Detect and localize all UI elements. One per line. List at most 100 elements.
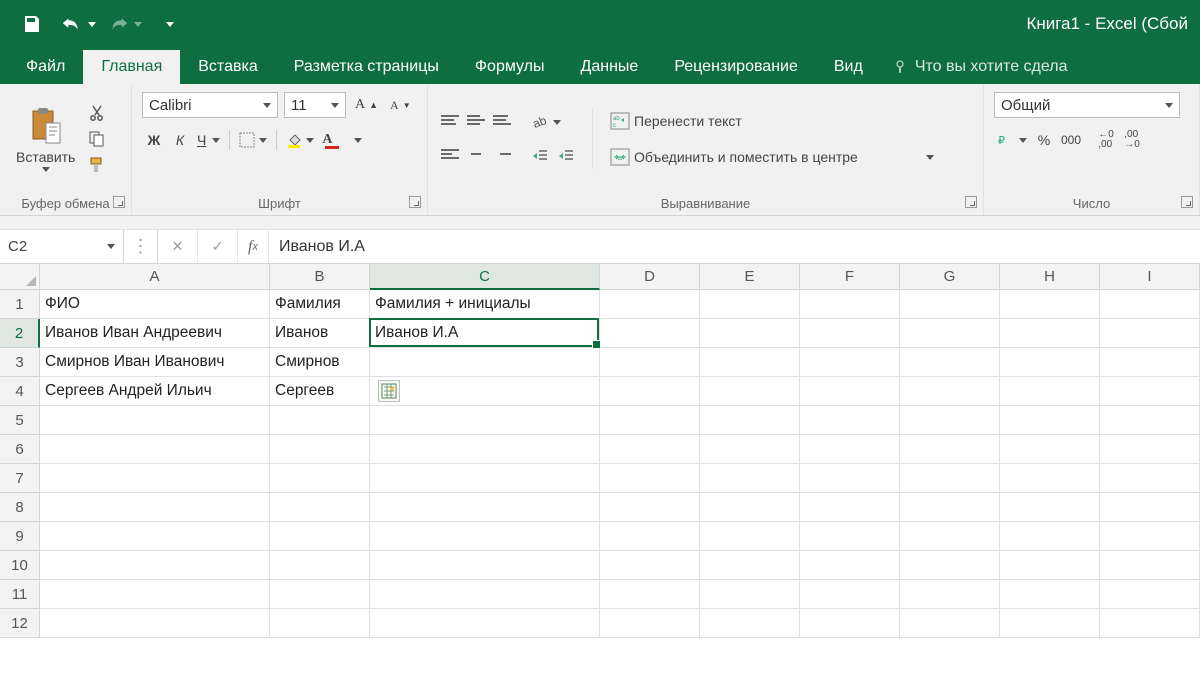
tab-главная[interactable]: Главная [83, 50, 180, 84]
tab-вставка[interactable]: Вставка [180, 50, 275, 84]
cell[interactable] [900, 435, 1000, 464]
cell[interactable] [370, 493, 600, 522]
font-name-combo[interactable]: Calibri [142, 92, 278, 118]
row-header[interactable]: 1 [0, 290, 40, 319]
cell[interactable]: Иванов [270, 319, 370, 348]
align-center-button[interactable] [464, 144, 488, 168]
cell[interactable] [900, 522, 1000, 551]
cell[interactable]: Иванов И.А [370, 319, 600, 348]
cell[interactable] [370, 551, 600, 580]
cell[interactable] [700, 435, 800, 464]
tab-формулы[interactable]: Формулы [457, 50, 563, 84]
column-header[interactable]: D [600, 264, 700, 290]
tab-вид[interactable]: Вид [816, 50, 881, 84]
cell[interactable]: Смирнов Иван Иванович [40, 348, 270, 377]
column-header[interactable]: I [1100, 264, 1200, 290]
decrease-font-button[interactable]: A▼ [387, 93, 414, 117]
copy-button[interactable] [85, 127, 109, 151]
tab-данные[interactable]: Данные [563, 50, 657, 84]
cell[interactable] [1100, 319, 1200, 348]
bold-button[interactable]: Ж [142, 128, 166, 152]
decrease-indent-button[interactable] [528, 144, 552, 168]
merge-center-button[interactable]: a Объединить и поместить в центре [607, 145, 937, 169]
cell[interactable] [900, 377, 1000, 406]
cell[interactable] [700, 580, 800, 609]
italic-button[interactable]: К [168, 128, 192, 152]
cell[interactable] [1000, 319, 1100, 348]
cell[interactable] [40, 406, 270, 435]
cell[interactable] [900, 493, 1000, 522]
row-header[interactable]: 6 [0, 435, 40, 464]
cell[interactable] [270, 406, 370, 435]
cell[interactable] [800, 580, 900, 609]
comma-format-button[interactable]: 000 [1058, 128, 1084, 152]
cell[interactable]: Смирнов [270, 348, 370, 377]
save-icon[interactable] [14, 6, 50, 42]
cell[interactable] [370, 377, 600, 406]
cell[interactable] [600, 406, 700, 435]
cell[interactable] [270, 609, 370, 638]
cell[interactable] [1100, 348, 1200, 377]
cell[interactable] [1100, 551, 1200, 580]
cell[interactable] [270, 580, 370, 609]
cell[interactable] [900, 551, 1000, 580]
cell[interactable] [700, 551, 800, 580]
cell[interactable] [600, 580, 700, 609]
select-all-corner[interactable] [0, 264, 40, 290]
cell[interactable] [270, 464, 370, 493]
cell[interactable] [600, 377, 700, 406]
cell[interactable] [800, 290, 900, 319]
row-header[interactable]: 3 [0, 348, 40, 377]
cell[interactable] [600, 522, 700, 551]
row-header[interactable]: 11 [0, 580, 40, 609]
formula-input[interactable]: Иванов И.А [269, 230, 1200, 263]
cell[interactable] [1000, 493, 1100, 522]
name-box[interactable]: C2 [0, 230, 124, 263]
align-middle-button[interactable] [464, 110, 488, 134]
cell[interactable] [270, 522, 370, 551]
cell[interactable] [370, 406, 600, 435]
cell[interactable] [40, 493, 270, 522]
cell[interactable] [370, 348, 600, 377]
cell[interactable] [370, 580, 600, 609]
font-launcher[interactable] [409, 196, 421, 208]
cell[interactable] [1000, 348, 1100, 377]
cell[interactable] [40, 435, 270, 464]
column-header[interactable]: A [40, 264, 270, 290]
column-header[interactable]: E [700, 264, 800, 290]
cell[interactable] [1100, 290, 1200, 319]
cell[interactable] [40, 580, 270, 609]
cell[interactable] [600, 493, 700, 522]
accounting-format-button[interactable]: ₽ [994, 128, 1030, 152]
row-header[interactable]: 12 [0, 609, 40, 638]
cell[interactable] [900, 348, 1000, 377]
cell[interactable] [800, 406, 900, 435]
number-launcher[interactable] [1181, 196, 1193, 208]
row-header[interactable]: 9 [0, 522, 40, 551]
cell[interactable] [700, 319, 800, 348]
row-header[interactable]: 2 [0, 319, 40, 348]
cell[interactable] [700, 522, 800, 551]
align-left-button[interactable] [438, 144, 462, 168]
cell[interactable] [1100, 493, 1200, 522]
cell[interactable] [600, 464, 700, 493]
column-header[interactable]: F [800, 264, 900, 290]
cell[interactable] [600, 435, 700, 464]
cell[interactable] [800, 377, 900, 406]
cell[interactable] [1000, 609, 1100, 638]
cell[interactable] [800, 522, 900, 551]
fx-icon[interactable]: fx [238, 230, 269, 263]
cell[interactable] [270, 493, 370, 522]
cell[interactable] [40, 609, 270, 638]
cell[interactable] [1100, 580, 1200, 609]
tab-файл[interactable]: Файл [8, 50, 83, 84]
font-size-combo[interactable]: 11 [284, 92, 346, 118]
cell[interactable]: Сергеев Андрей Ильич [40, 377, 270, 406]
column-header[interactable]: C [370, 264, 600, 290]
cell[interactable] [1100, 522, 1200, 551]
fill-color-button[interactable] [283, 128, 317, 152]
cell[interactable]: Сергеев [270, 377, 370, 406]
align-right-button[interactable] [490, 144, 514, 168]
cell[interactable] [700, 377, 800, 406]
decrease-decimal-button[interactable]: ,00→0 [1120, 128, 1144, 152]
